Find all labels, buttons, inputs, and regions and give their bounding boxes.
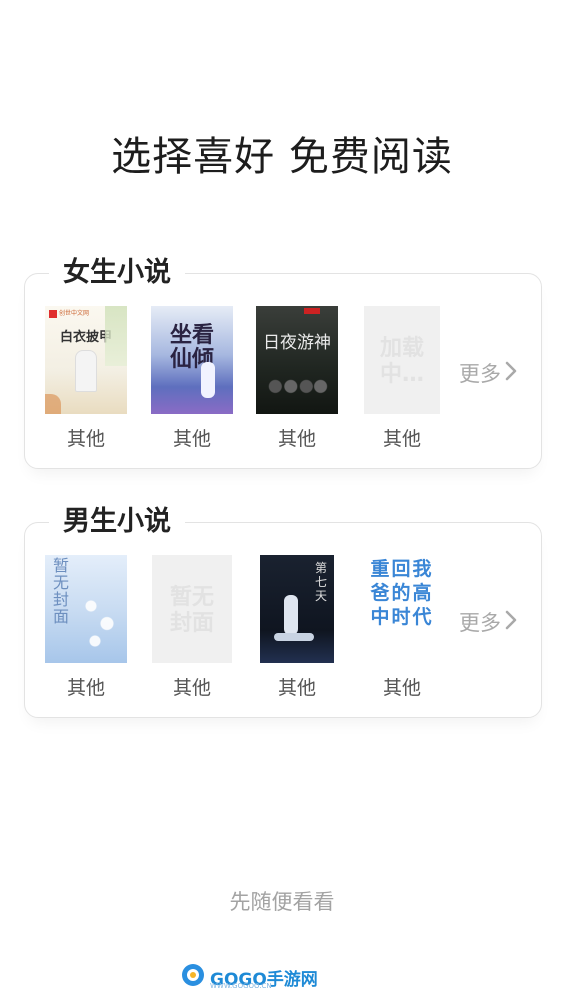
chevron-right-icon — [505, 361, 517, 386]
book-card[interactable]: 加载中… 其他 — [359, 306, 445, 451]
book-card[interactable]: 创世中文网 白衣披甲 其他 — [43, 306, 129, 451]
book-cover[interactable]: 坐看仙倾 — [151, 306, 233, 414]
section-title: 女生小说 — [49, 256, 185, 290]
book-cover[interactable]: 重回我爸的高中时代 — [361, 555, 443, 663]
book-label: 其他 — [382, 428, 421, 450]
more-label: 更多 — [459, 362, 501, 386]
book-label: 其他 — [172, 428, 211, 450]
book-label: 其他 — [277, 677, 316, 699]
book-card[interactable]: 暂无封面 其他 — [149, 555, 235, 700]
book-cover[interactable]: 第七天 — [260, 555, 334, 663]
watermark-logo: GOGO手游网 WWW.GOGOO.CN — [180, 962, 318, 992]
gogo-logo-icon — [180, 962, 206, 992]
section-title: 男生小说 — [49, 505, 185, 539]
book-cover-placeholder[interactable]: 暂无封面 — [152, 555, 232, 663]
book-card[interactable]: 第七天 其他 — [254, 555, 340, 700]
book-cover[interactable]: 日夜游神 — [256, 306, 338, 414]
book-cover-placeholder[interactable]: 加载中… — [364, 306, 440, 414]
chevron-right-icon — [505, 610, 517, 635]
book-card[interactable]: 重回我爸的高中时代 其他 — [359, 555, 445, 700]
page-title: 选择喜好 免费阅读 — [111, 134, 453, 180]
book-label: 其他 — [277, 428, 316, 450]
section-female-novels: 女生小说 创世中文网 白衣披甲 其他 坐看仙倾 其他 日夜游神 其他 加载中… — [24, 256, 542, 469]
book-card[interactable]: 坐看仙倾 其他 — [149, 306, 235, 451]
book-cover[interactable]: 创世中文网 白衣披甲 — [45, 306, 127, 414]
more-label: 更多 — [459, 611, 501, 635]
skip-button[interactable]: 先随便看看 — [0, 886, 564, 916]
book-label: 其他 — [66, 677, 105, 699]
watermark-sub: WWW.GOGOO.CN — [210, 982, 272, 990]
book-label: 其他 — [382, 677, 421, 699]
book-cover[interactable]: 暂无封面 — [45, 555, 127, 663]
more-button[interactable]: 更多 — [459, 607, 517, 637]
section-male-novels: 男生小说 暂无封面 其他 暂无封面 其他 第七天 其他 重回我爸的高中时代 其他… — [24, 505, 542, 718]
book-label: 其他 — [172, 677, 211, 699]
book-card[interactable]: 日夜游神 其他 — [254, 306, 340, 451]
more-button[interactable]: 更多 — [459, 358, 517, 388]
book-label: 其他 — [66, 428, 105, 450]
book-card[interactable]: 暂无封面 其他 — [43, 555, 129, 700]
